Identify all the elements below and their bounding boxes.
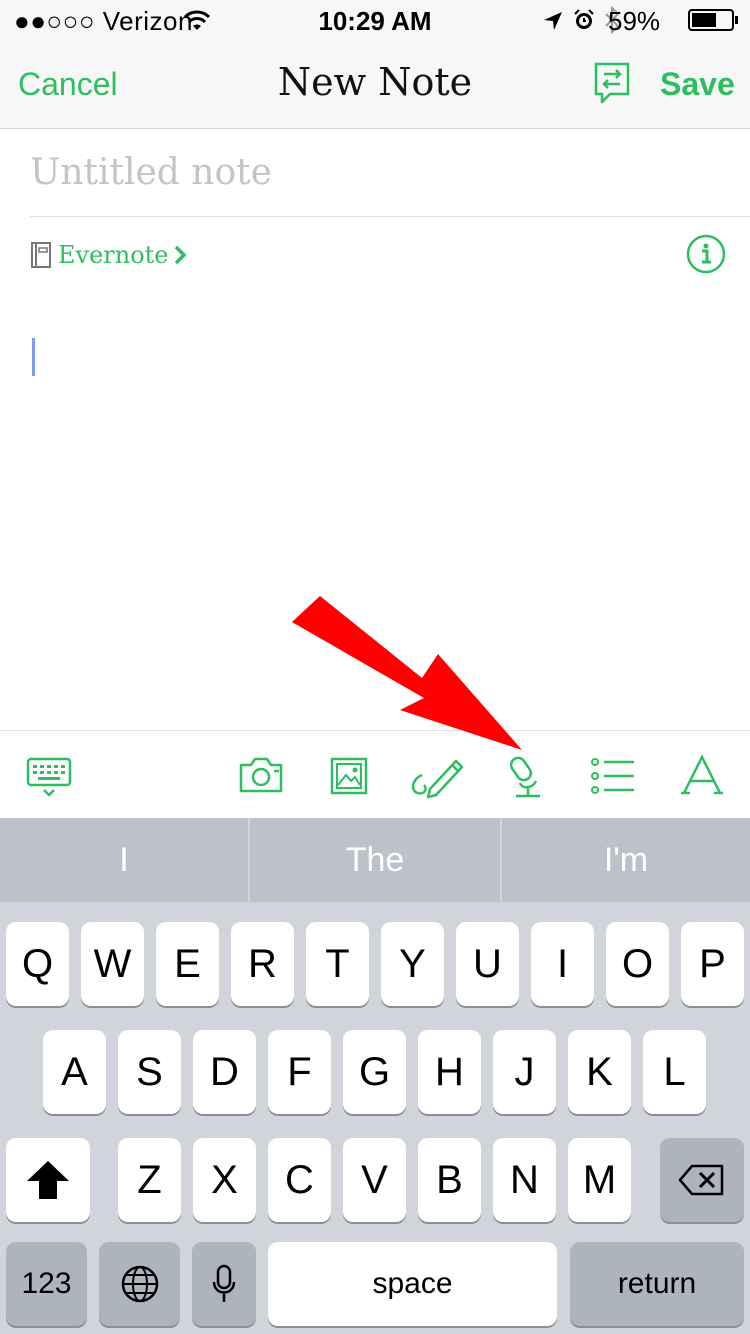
battery-icon [688,8,740,32]
page-title: New Note [277,60,473,104]
key[interactable]: A [43,1030,106,1114]
chevron-right-icon [173,245,187,265]
annotation-arrow [288,592,528,758]
notebook-selector[interactable]: Evernote [30,238,187,272]
prediction-item[interactable]: I'm [502,818,750,902]
key[interactable]: O [606,922,669,1006]
key[interactable]: I [531,922,594,1006]
key[interactable]: R [231,922,294,1006]
save-button[interactable]: Save [660,66,735,103]
sketch-icon[interactable] [408,755,466,799]
globe-key[interactable] [99,1242,180,1326]
key[interactable]: M [568,1138,631,1222]
shift-key[interactable] [6,1138,90,1222]
share-icon[interactable] [592,60,632,108]
key[interactable]: Z [118,1138,181,1222]
numbers-key[interactable]: 123 [6,1242,87,1326]
key[interactable]: H [418,1030,481,1114]
globe-icon [120,1264,160,1304]
key[interactable]: J [493,1030,556,1114]
return-key[interactable]: return [570,1242,744,1326]
key[interactable]: S [118,1030,181,1114]
image-icon[interactable] [330,757,368,795]
info-icon[interactable] [686,234,726,274]
battery-percent: 59% [608,6,661,36]
keyboard-icon[interactable] [26,757,72,799]
key[interactable]: B [418,1138,481,1222]
nav-bar: Cancel New Note Save [0,40,750,129]
key[interactable]: U [456,922,519,1006]
audio-record-icon[interactable] [506,753,546,801]
status-bar: ●●○○○ Verizon 10:29 AM 59% [0,0,750,40]
space-key[interactable]: space [268,1242,557,1326]
key[interactable]: F [268,1030,331,1114]
key[interactable]: P [681,922,744,1006]
key[interactable]: L [643,1030,706,1114]
prediction-bar: I The I'm [0,818,750,902]
text-format-icon[interactable] [680,753,724,797]
key[interactable]: G [343,1030,406,1114]
alarm-icon [572,8,596,32]
key[interactable]: V [343,1138,406,1222]
key[interactable]: Y [381,922,444,1006]
key[interactable]: C [268,1138,331,1222]
dictation-key[interactable] [192,1242,256,1326]
key[interactable]: T [306,922,369,1006]
list-icon[interactable] [590,757,636,795]
camera-icon[interactable] [238,755,284,795]
key[interactable]: Q [6,922,69,1006]
location-arrow-icon [542,10,564,32]
key[interactable]: E [156,922,219,1006]
prediction-item[interactable]: The [250,818,500,902]
notebook-icon [30,241,52,269]
backspace-key[interactable] [660,1138,744,1222]
shift-icon [25,1159,71,1201]
key[interactable]: N [493,1138,556,1222]
prediction-item[interactable]: I [0,818,248,902]
key[interactable]: W [81,922,144,1006]
microphone-icon [211,1264,237,1304]
backspace-icon [678,1164,726,1196]
key[interactable]: X [193,1138,256,1222]
notebook-label: Evernote [58,241,169,269]
key[interactable]: K [568,1030,631,1114]
key[interactable]: D [193,1030,256,1114]
note-title-input[interactable] [30,128,750,217]
